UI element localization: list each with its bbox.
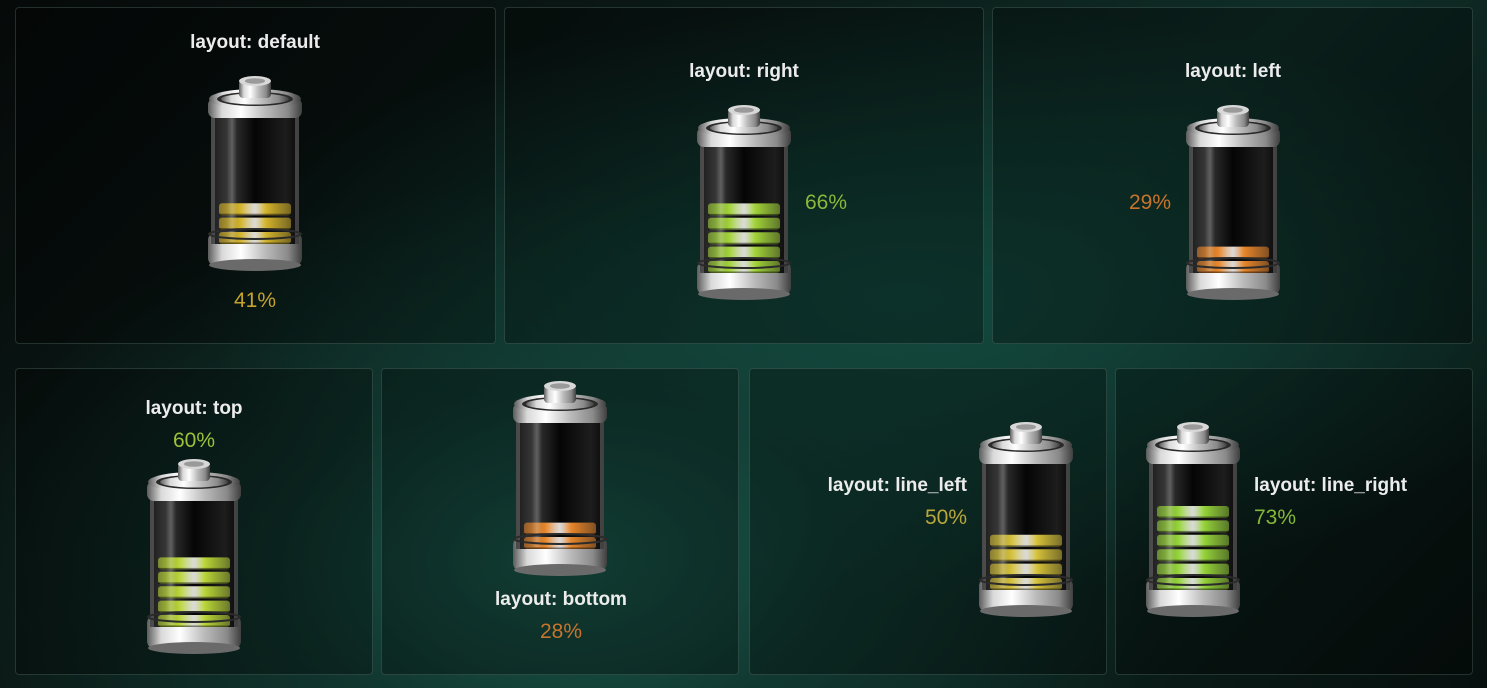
card-title: layout: line_right bbox=[1254, 475, 1408, 496]
battery-percent: 60% bbox=[172, 429, 216, 452]
card-title: layout: top bbox=[145, 398, 243, 419]
battery-icon bbox=[1183, 101, 1283, 301]
card-title: layout: bottom bbox=[495, 589, 627, 610]
battery-icon bbox=[976, 418, 1076, 618]
card-title: layout: default bbox=[190, 32, 320, 53]
battery-percent: 29% bbox=[1129, 191, 1172, 214]
battery-icon bbox=[694, 101, 794, 301]
battery-icon bbox=[205, 72, 305, 272]
battery-percent: 73% bbox=[1254, 506, 1297, 529]
battery-icon bbox=[1143, 418, 1243, 618]
battery-percent: 66% bbox=[805, 191, 848, 214]
battery-percent: 50% bbox=[924, 506, 967, 529]
card-title: layout: line_left bbox=[827, 475, 967, 496]
battery-percent: 41% bbox=[233, 289, 277, 312]
battery-icon bbox=[144, 455, 244, 655]
card-title: layout: right bbox=[689, 61, 799, 82]
battery-percent: 28% bbox=[539, 620, 583, 643]
battery-icon bbox=[510, 377, 610, 577]
card-title: layout: left bbox=[1184, 61, 1282, 82]
